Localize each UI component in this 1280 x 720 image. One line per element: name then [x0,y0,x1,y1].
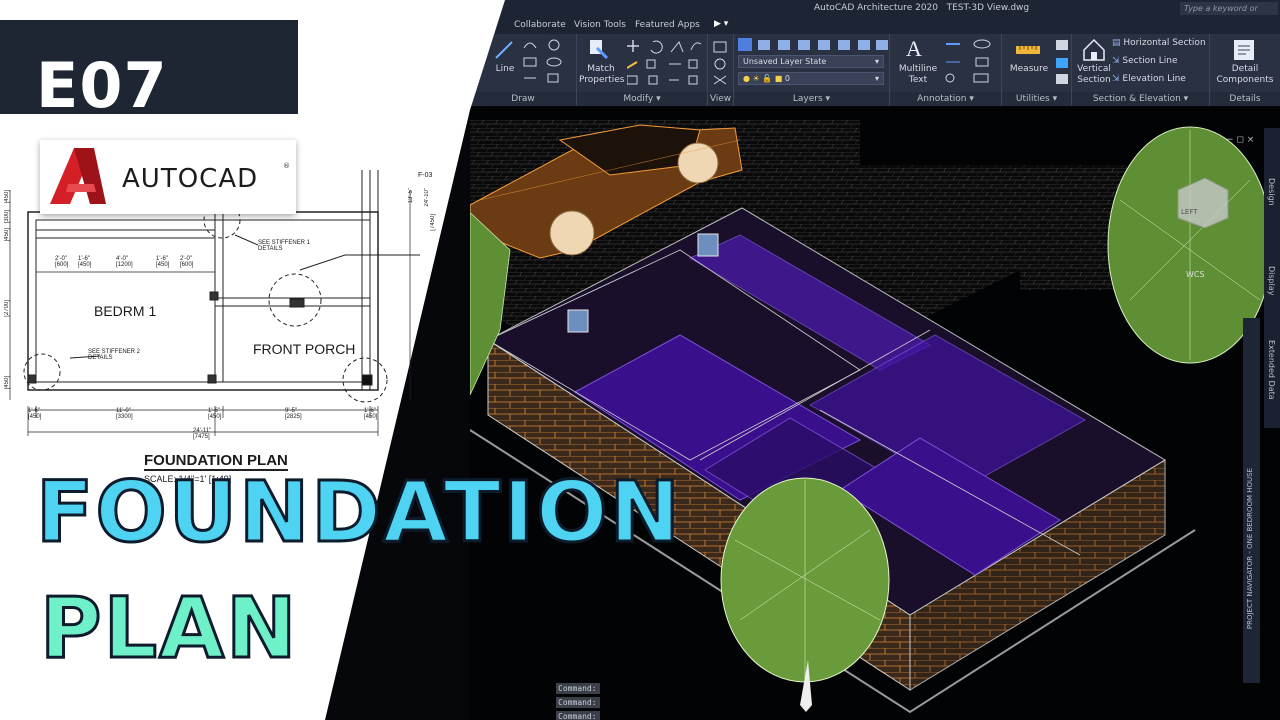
stiffener-1-note: SEE STIFFENER 1 DETAILS [258,240,311,252]
thumbnail-overlay: E07 BEDRM 1 FRONT PORCH SEE STIFFENER 1 … [0,0,1280,720]
headline-plan: PLAN [38,579,299,677]
thumbnail-canvas: AutoCAD Architecture 2020 TEST-3D View.d… [0,0,1280,720]
room-label-bedroom: BEDRM 1 [94,303,157,319]
dim-left-3: [450] [4,228,10,242]
dim-left-1: [450] [4,190,10,204]
dim-bottom-5: 1'-6" [450] [364,408,378,420]
section-tag: F-03 [418,172,433,179]
dim-top-4: 1'-6" [450] [156,256,170,268]
dim-total: 24'-11" [7475] [193,428,212,440]
dim-right-2: 24'-10" [424,188,430,207]
episode-badge: E07 [0,20,298,122]
dim-bottom-3: 1'-6" [450] [208,408,222,420]
dim-top-5: 2'-0" [600] [180,256,194,268]
episode-number: E07 [36,49,168,122]
stiffener-2-note: SEE STIFFENER 2 DETAILS [88,349,141,361]
autocad-brand-text: AUTOCAD [122,164,259,194]
dim-left-2: [300] [4,210,10,224]
autocad-a-logo-icon [50,148,106,204]
foundation-plan-drawing [9,170,420,436]
dim-right-1: 13'-5" [408,188,414,204]
dim-bottom-1: 1'-6" [450] [28,408,42,420]
dim-bottom-2: 11'-0" [3300] [116,408,133,420]
autocad-logo-card: AUTOCAD ® [40,140,296,214]
dim-top-2: 1'-6" [450] [78,256,92,268]
dim-top-3: 4'-0" [1200] [116,256,133,268]
dim-top-1: 2'-0" [600] [55,256,69,268]
dim-right-3: [7450] [430,214,436,231]
dim-left-5: [450] [4,376,10,390]
dim-left-4: [2700] [4,300,10,317]
room-label-front-porch: FRONT PORCH [253,341,356,357]
registered-mark: ® [283,162,290,170]
dim-bottom-4: 9'-5" [2825] [285,408,302,420]
headline-foundation: FOUNDATION [35,463,682,561]
